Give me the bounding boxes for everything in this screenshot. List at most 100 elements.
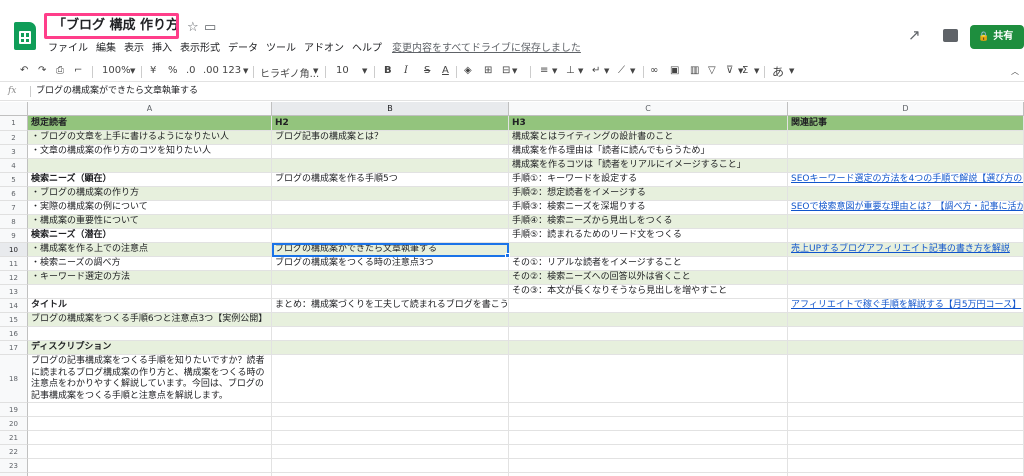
table-cell[interactable]: まとめ：構成案づくりを工夫して読まれるブログを書こう！	[272, 299, 509, 313]
table-cell[interactable]	[788, 215, 1024, 229]
table-cell[interactable]: ブログの記事構成案をつくる手順を知りたいですか？読者に読まれるブログ構成案の作り…	[28, 355, 272, 403]
menu-format[interactable]: 表示形式	[180, 40, 220, 58]
table-cell[interactable]	[272, 341, 509, 355]
table-cell[interactable]: ブログ記事の構成案とは？	[272, 131, 509, 145]
percent-format-button[interactable]: %	[168, 65, 178, 76]
table-cell[interactable]: H3	[509, 116, 788, 131]
functions-icon[interactable]: Σ	[742, 65, 748, 76]
column-header-c[interactable]: C	[509, 102, 788, 116]
fill-handle[interactable]	[505, 253, 510, 258]
table-cell[interactable]	[28, 403, 272, 417]
decrease-decimal-button[interactable]: .0	[186, 65, 196, 76]
table-cell[interactable]	[788, 313, 1024, 327]
zoom-chevron-icon[interactable]: ▼	[130, 67, 135, 75]
wrap-chevron-icon[interactable]: ▼	[604, 67, 609, 75]
table-cell[interactable]: ・ブログの文章を上手に書けるようになりたい人	[28, 131, 272, 145]
table-cell[interactable]	[509, 341, 788, 355]
merge-cells-icon[interactable]: ⊟	[502, 65, 510, 76]
table-cell[interactable]: ・文章の構成案の作り方のコツを知りたい人	[28, 145, 272, 159]
insert-comment-icon[interactable]: ▣	[670, 65, 679, 76]
table-cell[interactable]	[788, 131, 1024, 145]
paint-format-icon[interactable]: ⌐	[74, 65, 82, 76]
text-color-button[interactable]: A	[442, 65, 449, 76]
table-cell[interactable]	[509, 403, 788, 417]
related-article-link[interactable]: 売上UPするブログアフィリエイト記事の書き方を解説	[788, 243, 1024, 257]
menu-file[interactable]: ファイル	[48, 40, 88, 58]
related-article-link[interactable]: SEOキーワード選定の方法を4つの手順で解説【選び方のコツ】	[788, 173, 1024, 187]
table-cell[interactable]	[788, 341, 1024, 355]
font-family-select[interactable]: ヒラギノ角...	[260, 65, 319, 80]
table-cell[interactable]	[509, 417, 788, 431]
italic-button[interactable]: I	[404, 65, 408, 76]
text-wrap-icon[interactable]: ↵	[592, 65, 600, 76]
related-article-link[interactable]: アフィリエイトで稼ぐ手順を解説する【月5万円コース】	[788, 299, 1024, 313]
table-cell[interactable]	[272, 445, 509, 459]
table-cell[interactable]	[788, 327, 1024, 341]
row-header[interactable]: 19	[0, 403, 28, 417]
table-cell[interactable]	[28, 445, 272, 459]
table-cell[interactable]	[272, 459, 509, 473]
table-cell[interactable]	[272, 431, 509, 445]
undo-icon[interactable]: ↶	[20, 65, 28, 76]
table-cell[interactable]	[788, 257, 1024, 271]
row-header[interactable]: 4	[0, 159, 28, 173]
related-article-link[interactable]: SEOで検索意図が重要な理由とは？【調べ方・記事に活かす方法】	[788, 201, 1024, 215]
zoom-select[interactable]: 100%	[102, 65, 131, 76]
row-header[interactable]: 7	[0, 201, 28, 215]
column-header-b[interactable]: B	[272, 102, 509, 116]
row-header[interactable]: 1	[0, 116, 28, 131]
merge-chevron-icon[interactable]: ▼	[512, 67, 517, 75]
table-cell[interactable]	[788, 445, 1024, 459]
table-cell[interactable]: ディスクリプション	[28, 341, 272, 355]
print-icon[interactable]: ⎙	[56, 65, 64, 76]
increase-decimal-button[interactable]: .00	[203, 65, 219, 76]
functions-chevron-icon[interactable]: ▼	[754, 67, 759, 75]
select-all-corner[interactable]	[0, 102, 28, 116]
row-header[interactable]: 5	[0, 173, 28, 187]
more-formats-button[interactable]: 123	[222, 65, 241, 76]
table-cell[interactable]: 想定読者	[28, 116, 272, 131]
table-cell[interactable]: その③：本文が長くなりそうなら見出しを増やすこと	[509, 285, 788, 299]
rotation-chevron-icon[interactable]: ▼	[630, 67, 635, 75]
filter-icon[interactable]: ▽	[708, 65, 716, 76]
table-cell[interactable]: 構成案を作るコツは「読者をリアルにイメージすること」	[509, 159, 788, 173]
table-cell[interactable]	[788, 417, 1024, 431]
table-cell[interactable]	[28, 459, 272, 473]
row-header[interactable]: 11	[0, 257, 28, 271]
activity-trend-icon[interactable]: ↗	[908, 26, 921, 44]
table-cell[interactable]	[509, 299, 788, 313]
row-header[interactable]: 6	[0, 187, 28, 201]
table-cell[interactable]: 関連記事	[788, 116, 1024, 131]
table-cell[interactable]: 手順⑤：読まれるためのリード文をつくる	[509, 229, 788, 243]
table-cell[interactable]	[272, 229, 509, 243]
insert-link-icon[interactable]: ∞	[650, 65, 658, 76]
table-cell[interactable]: 手順④：検索ニーズから見出しをつくる	[509, 215, 788, 229]
row-header[interactable]: 2	[0, 131, 28, 145]
filter-views-icon[interactable]: ⊽	[726, 65, 733, 76]
table-cell[interactable]	[272, 145, 509, 159]
table-cell[interactable]: ブログの構成案をつくる時の注意点3つ	[272, 257, 509, 271]
menu-help[interactable]: ヘルプ	[352, 40, 382, 58]
comment-history-icon[interactable]	[943, 29, 958, 42]
table-cell[interactable]	[788, 355, 1024, 403]
star-icon[interactable]: ☆	[187, 20, 199, 35]
table-cell[interactable]	[272, 201, 509, 215]
table-cell[interactable]	[509, 431, 788, 445]
fill-color-icon[interactable]: ◈	[464, 65, 472, 76]
table-cell[interactable]	[272, 271, 509, 285]
row-header[interactable]: 9	[0, 229, 28, 243]
table-cell[interactable]	[788, 159, 1024, 173]
currency-format-button[interactable]: ¥	[150, 65, 156, 76]
row-header[interactable]: 17	[0, 341, 28, 355]
table-cell[interactable]: ・実際の構成案の例について	[28, 201, 272, 215]
table-cell[interactable]	[272, 285, 509, 299]
document-title[interactable]: 「ブログ 構成 作り方」	[44, 13, 179, 39]
format-chevron-icon[interactable]: ▼	[243, 67, 248, 75]
table-cell[interactable]	[509, 313, 788, 327]
menu-insert[interactable]: 挿入	[152, 40, 172, 58]
strikethrough-button[interactable]: S	[424, 65, 430, 76]
table-cell[interactable]	[272, 313, 509, 327]
row-header[interactable]: 21	[0, 431, 28, 445]
input-tools-chevron-icon[interactable]: ▼	[789, 67, 794, 75]
bold-button[interactable]: B	[384, 65, 392, 76]
